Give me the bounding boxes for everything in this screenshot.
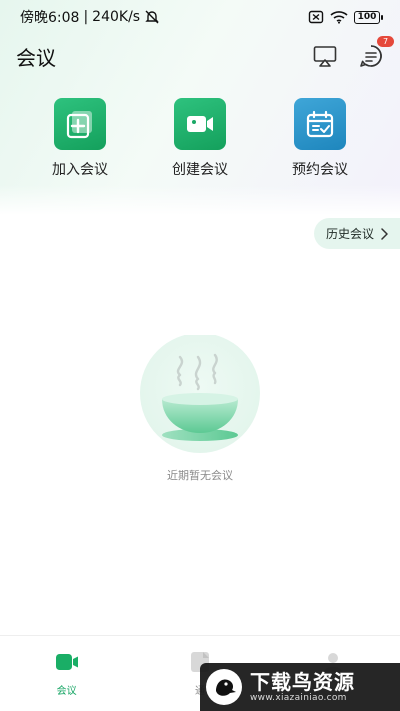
bird-logo-icon bbox=[206, 669, 242, 705]
screen-cast-button[interactable] bbox=[312, 43, 338, 69]
empty-state: 近期暂无会议 bbox=[0, 335, 400, 483]
history-meetings-label: 历史会议 bbox=[325, 227, 374, 241]
create-meeting-label: 创建会议 bbox=[172, 162, 228, 178]
status-separator: | bbox=[83, 9, 89, 25]
battery-icon: 100 bbox=[354, 10, 383, 24]
quick-actions: 加入会议 创建会议 预约会议 bbox=[0, 98, 400, 179]
history-meetings-button[interactable]: 历史会议 bbox=[314, 218, 400, 249]
calendar-icon bbox=[294, 98, 346, 150]
page-title: 会议 bbox=[16, 45, 56, 70]
message-button[interactable]: 7 bbox=[358, 36, 394, 69]
nav-meeting[interactable]: 会议 bbox=[17, 650, 117, 697]
screen-cast-icon bbox=[313, 46, 337, 67]
status-network-speed: 240K/s bbox=[92, 9, 141, 25]
wifi-icon bbox=[330, 10, 348, 24]
mute-icon bbox=[144, 9, 160, 25]
create-meeting-button[interactable]: 创建会议 bbox=[150, 98, 250, 179]
message-icon bbox=[360, 45, 382, 67]
join-meeting-label: 加入会议 bbox=[52, 162, 108, 178]
status-bar: 傍晚6:08 | 240K/s 100 bbox=[0, 0, 400, 34]
sim-off-icon bbox=[308, 10, 324, 24]
watermark: 下载鸟资源 www.xiazainiao.com bbox=[200, 663, 400, 711]
join-meeting-button[interactable]: 加入会议 bbox=[30, 98, 130, 179]
video-icon bbox=[174, 98, 226, 150]
meeting-icon bbox=[55, 654, 78, 670]
status-time: 傍晚6:08 bbox=[20, 10, 80, 26]
notification-badge: 7 bbox=[377, 36, 394, 47]
schedule-meeting-label: 预约会议 bbox=[292, 162, 348, 178]
watermark-url: www.xiazainiao.com bbox=[250, 692, 347, 703]
nav-meeting-label: 会议 bbox=[56, 686, 77, 697]
chevron-right-icon bbox=[381, 227, 388, 240]
empty-state-text: 近期暂无会议 bbox=[167, 469, 233, 482]
watermark-title: 下载鸟资源 bbox=[250, 669, 355, 694]
battery-level: 100 bbox=[357, 12, 377, 22]
add-icon bbox=[54, 98, 106, 150]
app-header: 会议 7 bbox=[0, 36, 400, 76]
empty-bowl-icon bbox=[140, 335, 260, 453]
schedule-meeting-button[interactable]: 预约会议 bbox=[270, 98, 370, 179]
